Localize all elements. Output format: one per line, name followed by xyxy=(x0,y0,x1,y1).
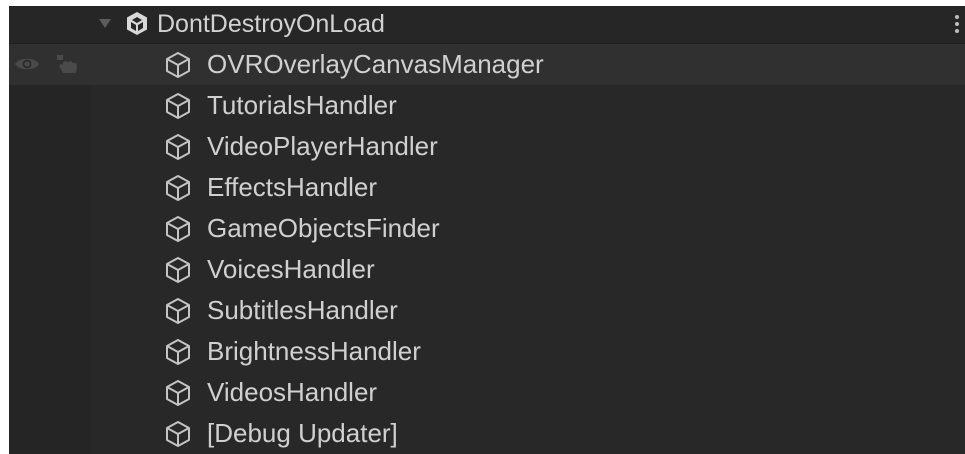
gameobject-name: OVROverlayCanvasManager xyxy=(207,49,544,79)
gameobject-cube-icon xyxy=(166,52,190,78)
foldout-arrow-icon[interactable] xyxy=(99,19,111,28)
pointer-hand-pickable-icon[interactable] xyxy=(54,52,80,76)
gameobject-cube-icon xyxy=(166,216,190,242)
hierarchy-item-debug-updater[interactable]: [Debug Updater] xyxy=(9,413,965,454)
gameobject-name: VoicesHandler xyxy=(207,254,375,284)
more-options-icon[interactable] xyxy=(955,15,959,37)
gameobject-list: OVROverlayCanvasManager TutorialsHandler xyxy=(9,44,965,454)
scene-header-row[interactable]: DontDestroyOnLoad xyxy=(9,6,965,44)
gameobject-cube-icon xyxy=(166,257,190,283)
gameobject-name: EffectsHandler xyxy=(207,172,378,202)
hierarchy-item-ovroverlaycanvasmanager[interactable]: OVROverlayCanvasManager xyxy=(9,44,965,85)
gameobject-cube-icon xyxy=(166,298,190,324)
gameobject-cube-icon xyxy=(166,134,190,160)
hierarchy-item-videoshandler[interactable]: VideosHandler xyxy=(9,372,965,413)
gameobject-name: BrightnessHandler xyxy=(207,336,421,366)
gameobject-cube-icon xyxy=(166,175,190,201)
gameobject-cube-icon xyxy=(166,93,190,119)
hierarchy-item-effectshandler[interactable]: EffectsHandler xyxy=(9,167,965,208)
gameobject-name: GameObjectsFinder xyxy=(207,213,440,243)
hierarchy-item-subtitleshandler[interactable]: SubtitlesHandler xyxy=(9,290,965,331)
gameobject-name: [Debug Updater] xyxy=(207,418,398,448)
gameobject-cube-icon xyxy=(166,421,190,447)
hierarchy-item-voiceshandler[interactable]: VoicesHandler xyxy=(9,249,965,290)
hierarchy-item-brightnesshandler[interactable]: BrightnessHandler xyxy=(9,331,965,372)
eye-visibility-icon[interactable] xyxy=(14,55,40,73)
gameobject-cube-icon xyxy=(166,380,190,406)
gameobject-name: VideoPlayerHandler xyxy=(207,131,438,161)
hierarchy-panel: DontDestroyOnLoad OVROverlayCanvasManage… xyxy=(9,6,965,454)
gameobject-name: TutorialsHandler xyxy=(207,90,397,120)
scene-name: DontDestroyOnLoad xyxy=(157,10,385,38)
unity-scene-icon xyxy=(127,12,147,35)
gameobject-name: SubtitlesHandler xyxy=(207,295,398,325)
hierarchy-item-tutorialshandler[interactable]: TutorialsHandler xyxy=(9,85,965,126)
gameobject-name: VideosHandler xyxy=(207,377,378,407)
gameobject-cube-icon xyxy=(166,339,190,365)
hierarchy-item-gameobjectsfinder[interactable]: GameObjectsFinder xyxy=(9,208,965,249)
hierarchy-item-videoplayerhandler[interactable]: VideoPlayerHandler xyxy=(9,126,965,167)
